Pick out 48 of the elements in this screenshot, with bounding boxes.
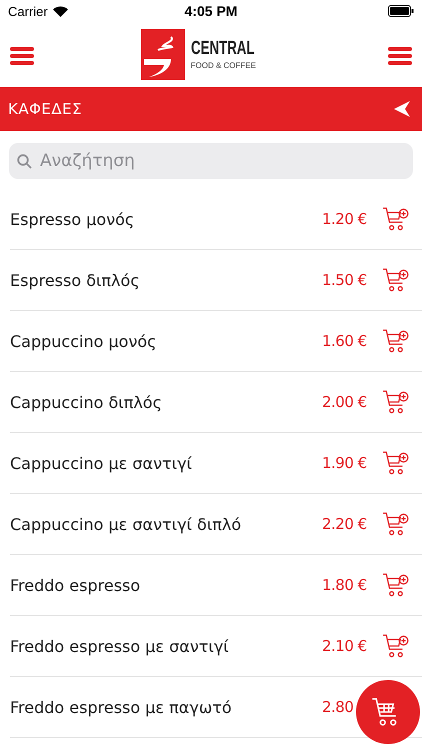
add-to-cart-icon[interactable] xyxy=(382,327,410,355)
item-name: Cappuccino διπλός xyxy=(10,392,163,412)
search-icon xyxy=(17,154,32,168)
menu-item-row[interactable]: Cappuccino με σαντιγί 1.90 € xyxy=(10,433,422,494)
carrier-label: Carrier xyxy=(8,4,48,18)
item-price: 1.90 € xyxy=(322,454,367,472)
add-to-cart-icon[interactable] xyxy=(382,571,410,599)
item-name: Cappuccino με σαντιγί xyxy=(10,454,193,472)
item-name: Cappuccino με σαντιγί διπλό xyxy=(10,514,242,534)
menu-item-row[interactable]: Cappuccino μονός 1.60 € xyxy=(10,311,422,372)
item-price: 1.80 € xyxy=(322,576,367,594)
item-price: 1.20 € xyxy=(322,210,367,228)
item-price: 1.60 € xyxy=(322,332,367,350)
status-time: 4:05 PM xyxy=(184,3,238,19)
menu-item-row[interactable]: Cappuccino διπλός 2.00 € xyxy=(10,372,422,433)
brand-tagline: FOOD & COFFEE xyxy=(190,60,257,72)
menu-item-row[interactable]: Cappuccino με σαντιγί διπλό 2.20 € xyxy=(10,494,422,555)
menu-item-row[interactable]: Espresso διπλός 1.50 € xyxy=(10,250,422,311)
add-to-cart-icon[interactable] xyxy=(382,388,410,416)
search-field[interactable]: Αναζήτηση xyxy=(9,143,413,179)
item-name: Freddo espresso με παγωτό xyxy=(10,698,233,716)
search-input[interactable]: Αναζήτηση xyxy=(38,150,405,172)
add-to-cart-icon[interactable] xyxy=(382,205,410,233)
brand-name: CENTRAL xyxy=(190,38,254,60)
add-to-cart-icon[interactable] xyxy=(382,449,410,477)
menu-item-row[interactable]: Freddo espresso με σαντιγί 2.10 € xyxy=(10,616,422,677)
add-to-cart-icon[interactable] xyxy=(382,266,410,294)
item-name: Espresso διπλός xyxy=(10,270,141,290)
wifi-icon xyxy=(52,6,68,16)
add-to-cart-icon[interactable] xyxy=(382,632,410,660)
menu-item-row[interactable]: Freddo espresso 1.80 € xyxy=(10,555,422,616)
item-price: 1.50 € xyxy=(322,271,367,289)
menu-icon[interactable] xyxy=(388,44,412,64)
cup-logo-icon xyxy=(140,29,185,80)
item-price: 2.80 xyxy=(322,698,354,716)
menu-item-row[interactable]: Espresso μονός 1.20 € xyxy=(10,189,422,250)
category-title: ΚΑΦΕΔΕΣ xyxy=(8,100,82,118)
item-price: 2.10 € xyxy=(322,637,367,655)
item-name: Freddo espresso xyxy=(10,576,142,594)
menu-icon[interactable] xyxy=(10,44,34,64)
item-name: Freddo espresso με σαντιγί xyxy=(10,636,230,656)
item-price: 2.20 € xyxy=(322,515,367,533)
add-to-cart-icon[interactable] xyxy=(382,510,410,538)
back-arrow-icon[interactable] xyxy=(394,101,410,117)
item-price: 2.00 € xyxy=(322,393,367,411)
item-name: Espresso μονός xyxy=(10,210,136,228)
battery-icon xyxy=(388,5,414,17)
item-name: Cappuccino μονός xyxy=(10,332,158,350)
